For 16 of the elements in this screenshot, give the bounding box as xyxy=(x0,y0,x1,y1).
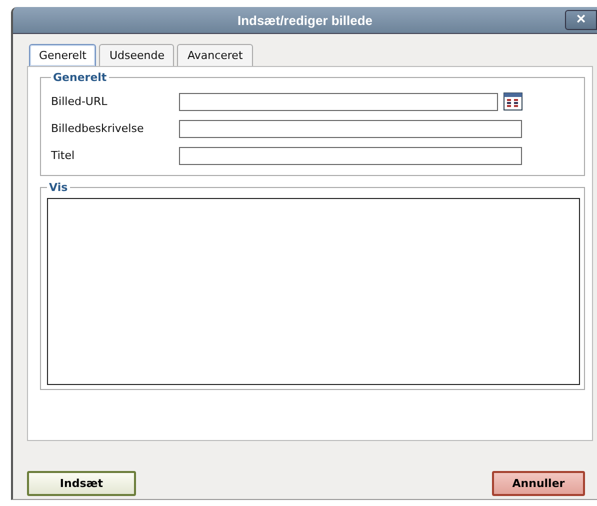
tab[interactable]: Generelt xyxy=(29,44,96,66)
browse-icon[interactable] xyxy=(503,92,523,111)
field-label: Billedbeskrivelse xyxy=(51,122,145,135)
window-title: Indsæt/rediger billede xyxy=(237,12,373,28)
input-field[interactable] xyxy=(179,120,522,138)
field-label: Billed-URL xyxy=(51,95,108,108)
group-legend: Vis xyxy=(47,181,70,194)
tab[interactable]: Avanceret xyxy=(177,44,253,66)
input-field[interactable] xyxy=(179,146,522,164)
insert-button[interactable]: Indsæt xyxy=(27,471,136,496)
group-legend: Generelt xyxy=(51,71,109,84)
cancel-button[interactable]: Annuller xyxy=(492,471,585,496)
close-button[interactable]: × xyxy=(565,10,597,30)
field-label: Titel xyxy=(51,149,76,162)
input-field[interactable] xyxy=(179,92,498,110)
tab[interactable]: Udseende xyxy=(99,44,174,66)
